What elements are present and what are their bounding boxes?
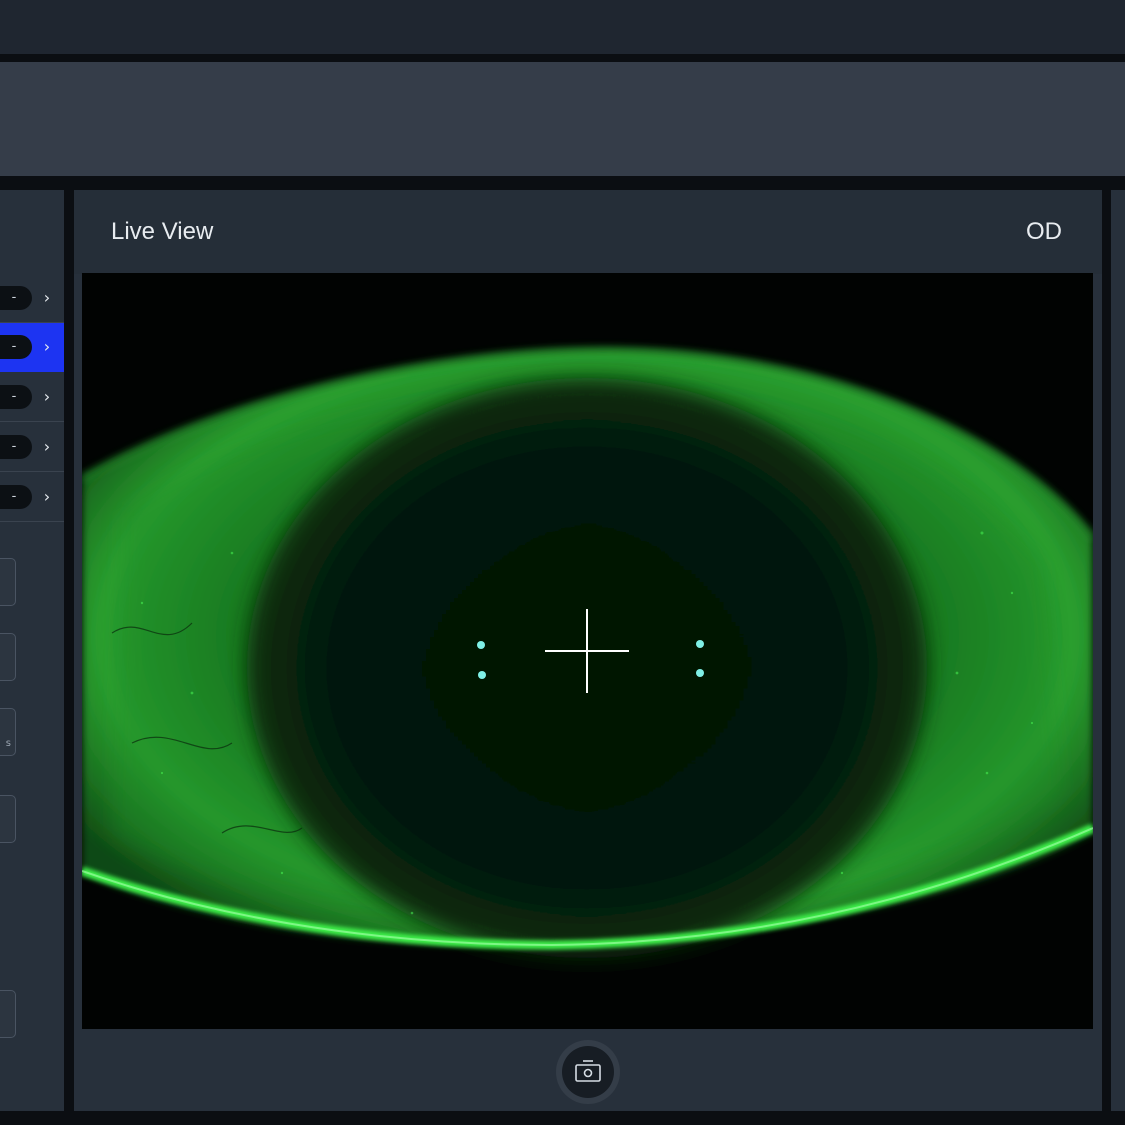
param-value-pill: -: [0, 485, 32, 509]
divider: [0, 54, 1125, 62]
chevron-right-icon[interactable]: ›: [40, 385, 54, 409]
capture-button[interactable]: [556, 1040, 620, 1104]
param-row-active[interactable]: - ›: [0, 323, 64, 372]
sidebar-button[interactable]: [0, 558, 16, 606]
divider: [0, 176, 1125, 190]
param-value-pill: -: [0, 286, 32, 310]
eye-indicator: OD: [1026, 218, 1062, 245]
param-value-pill: -: [0, 335, 32, 359]
param-value-pill: -: [0, 435, 32, 459]
chevron-right-icon[interactable]: ›: [40, 485, 54, 509]
sidebar-button[interactable]: [0, 990, 16, 1038]
right-panel-edge: [1111, 190, 1125, 1111]
divider: [64, 190, 74, 1111]
live-camera-feed[interactable]: [82, 273, 1093, 1029]
panel-header: Live View OD: [74, 190, 1102, 274]
camera-icon: [575, 1060, 601, 1082]
header-panel: [0, 62, 1125, 176]
sidebar-button[interactable]: s: [0, 708, 16, 756]
sidebar: - › - › - › - › - › s: [0, 190, 64, 1111]
param-row[interactable]: - ›: [0, 373, 64, 422]
panel-title: Live View: [111, 218, 214, 245]
divider: [1102, 190, 1111, 1111]
param-value-pill: -: [0, 385, 32, 409]
eye-fluorescein-image: [82, 273, 1093, 1029]
chevron-right-icon[interactable]: ›: [40, 435, 54, 459]
chevron-right-icon[interactable]: ›: [40, 286, 54, 310]
param-row[interactable]: - ›: [0, 423, 64, 472]
sidebar-button[interactable]: [0, 633, 16, 681]
sidebar-button[interactable]: [0, 795, 16, 843]
param-row[interactable]: - ›: [0, 274, 64, 323]
top-bar: [0, 0, 1125, 54]
chevron-right-icon[interactable]: ›: [40, 335, 54, 359]
param-row[interactable]: - ›: [0, 473, 64, 522]
divider: [0, 1111, 1125, 1125]
